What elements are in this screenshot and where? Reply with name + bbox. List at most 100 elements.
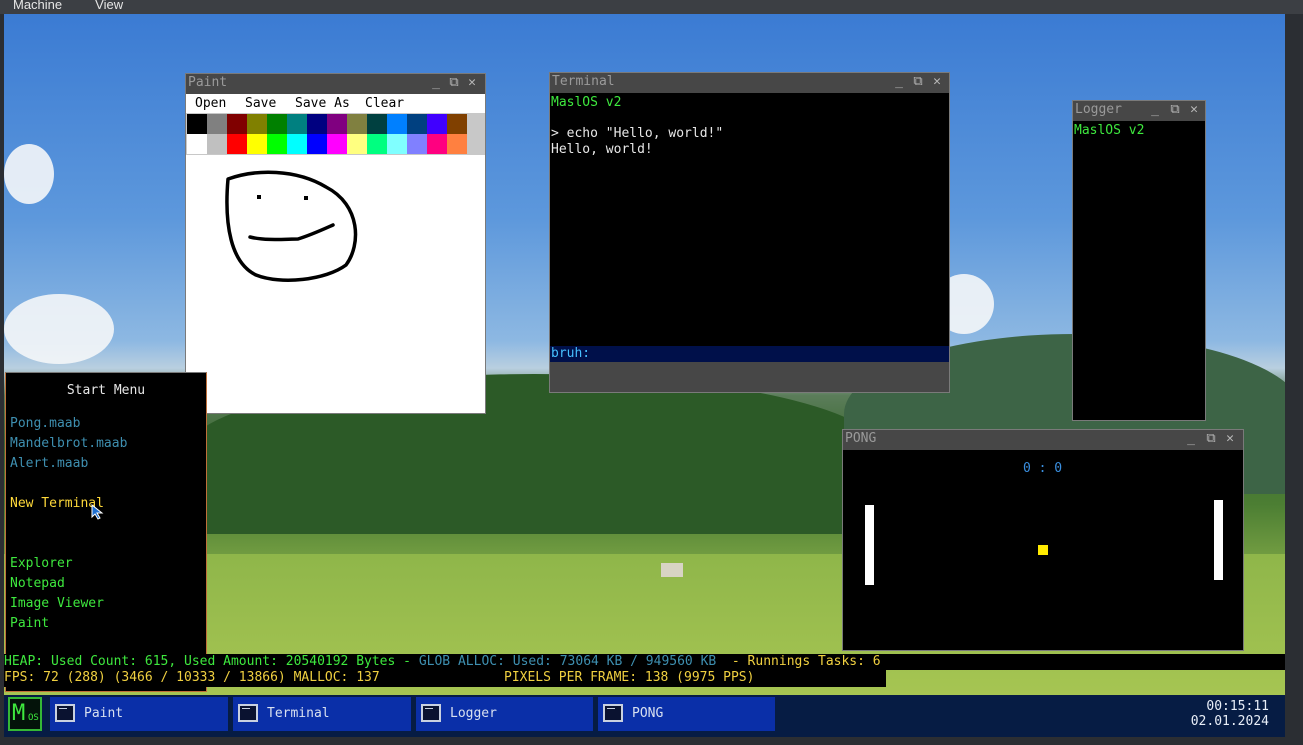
host-bottom-edge: [0, 737, 1303, 745]
paint-title: Paint: [188, 75, 228, 90]
host-menu-machine[interactable]: Machine: [13, 0, 62, 12]
palette-swatch[interactable]: [227, 114, 247, 134]
pong-window[interactable]: PONG _ ⧉ ✕ 0 : 0: [842, 429, 1244, 651]
maximize-icon[interactable]: ⧉: [1204, 431, 1218, 447]
start-item-notepad[interactable]: Notepad: [10, 576, 65, 592]
start-item-explorer[interactable]: Explorer: [10, 556, 73, 572]
heap-status: HEAP: Used Count: 615, Used Amount: 2054…: [4, 654, 419, 669]
start-item-new-terminal[interactable]: New Terminal: [10, 496, 104, 512]
start-item-pong[interactable]: Pong.maab: [10, 416, 80, 432]
paint-window[interactable]: Paint _ ⧉ ✕ Open Save Save As Clear: [185, 73, 486, 414]
close-icon[interactable]: ✕: [465, 75, 479, 91]
logger-titlebar[interactable]: Logger _ ⧉ ✕: [1073, 101, 1205, 121]
host-menu-view[interactable]: View: [95, 0, 123, 12]
palette-swatch[interactable]: [307, 134, 327, 154]
start-item-paint[interactable]: Paint: [10, 616, 49, 632]
taskbar-clock: 00:15:11 02.01.2024: [1191, 699, 1269, 729]
palette-swatch[interactable]: [347, 134, 367, 154]
terminal-output-line: Hello, world!: [551, 142, 653, 157]
paint-save-as-button[interactable]: Save As: [295, 94, 350, 113]
taskbar-item-terminal[interactable]: Terminal: [233, 697, 411, 731]
start-item-alert[interactable]: Alert.maab: [10, 456, 88, 472]
mos-logo-os: OS: [28, 713, 39, 723]
palette-swatch[interactable]: [287, 134, 307, 154]
terminal-prompt: bruh:: [551, 346, 591, 361]
palette-swatch[interactable]: [387, 114, 407, 134]
window-icon: [55, 704, 75, 722]
logger-output-line: MaslOS v2: [1074, 123, 1145, 138]
palette-swatch[interactable]: [387, 134, 407, 154]
palette-swatch[interactable]: [407, 134, 427, 154]
terminal-titlebar[interactable]: Terminal _ ⧉ ✕: [550, 73, 949, 93]
palette-swatch[interactable]: [447, 134, 467, 154]
paint-canvas[interactable]: [186, 155, 485, 413]
palette-swatch[interactable]: [427, 114, 447, 134]
logger-title: Logger: [1075, 102, 1122, 117]
maximize-icon[interactable]: ⧉: [1168, 102, 1182, 118]
wallpaper-cloud: [4, 144, 54, 204]
glob-alloc-status: GLOB ALLOC: Used: 73064 KB / 949560 KB: [418, 654, 725, 669]
taskbar-item-logger[interactable]: Logger: [416, 697, 593, 731]
paint-color-palette: [186, 113, 485, 155]
palette-swatch[interactable]: [327, 114, 347, 134]
palette-swatch[interactable]: [327, 134, 347, 154]
taskbar-item-label: Terminal: [267, 706, 330, 721]
paint-open-button[interactable]: Open: [195, 94, 226, 113]
window-icon: [238, 704, 258, 722]
terminal-input-bar[interactable]: bruh:: [550, 346, 949, 362]
palette-swatch[interactable]: [367, 114, 387, 134]
debug-status-line: HEAP: Used Count: 615, Used Amount: 2054…: [4, 654, 1285, 670]
taskbar-item-paint[interactable]: Paint: [50, 697, 228, 731]
paint-menu-bar: Open Save Save As Clear: [186, 94, 410, 113]
minimize-icon[interactable]: _: [1184, 431, 1198, 447]
palette-swatch[interactable]: [247, 114, 267, 134]
palette-swatch[interactable]: [407, 114, 427, 134]
paint-save-button[interactable]: Save: [245, 94, 276, 113]
taskbar: M OS Paint Terminal Logger PONG 00:15:11…: [4, 695, 1285, 737]
pong-left-paddle: [865, 505, 874, 585]
taskbar-item-pong[interactable]: PONG: [598, 697, 775, 731]
palette-swatch[interactable]: [367, 134, 387, 154]
palette-swatch[interactable]: [307, 114, 327, 134]
close-icon[interactable]: ✕: [1187, 102, 1201, 118]
mos-logo-icon: M: [12, 701, 26, 726]
paint-clear-button[interactable]: Clear: [365, 94, 404, 113]
minimize-icon[interactable]: _: [1148, 102, 1162, 118]
maximize-icon[interactable]: ⧉: [447, 75, 461, 91]
palette-swatch[interactable]: [287, 114, 307, 134]
fps-status-line: FPS: 72 (288) (3466 / 10333 / 13866) MAL…: [4, 670, 886, 687]
palette-swatch[interactable]: [227, 134, 247, 154]
palette-swatch[interactable]: [267, 134, 287, 154]
palette-swatch[interactable]: [427, 134, 447, 154]
start-button[interactable]: M OS: [8, 697, 42, 731]
start-item-mandelbrot[interactable]: Mandelbrot.maab: [10, 436, 127, 452]
palette-swatch[interactable]: [187, 134, 207, 154]
maximize-icon[interactable]: ⧉: [911, 74, 925, 90]
paint-titlebar[interactable]: Paint _ ⧉ ✕: [186, 74, 485, 94]
palette-swatch[interactable]: [447, 114, 467, 134]
pong-titlebar[interactable]: PONG _ ⧉ ✕: [843, 430, 1243, 450]
window-icon: [421, 704, 441, 722]
terminal-window[interactable]: Terminal _ ⧉ ✕ MaslOS v2 > echo "Hello, …: [549, 72, 950, 393]
wallpaper-cloud: [4, 294, 114, 364]
taskbar-item-label: PONG: [632, 706, 664, 721]
logger-window[interactable]: Logger _ ⧉ ✕ MaslOS v2: [1072, 100, 1206, 421]
clock-time: 00:15:11: [1206, 699, 1269, 714]
pong-right-paddle: [1214, 500, 1223, 580]
minimize-icon[interactable]: _: [892, 74, 906, 90]
close-icon[interactable]: ✕: [1223, 431, 1237, 447]
mouse-cursor-icon: [91, 504, 104, 520]
palette-swatch[interactable]: [207, 134, 227, 154]
palette-swatch[interactable]: [347, 114, 367, 134]
palette-swatch[interactable]: [207, 114, 227, 134]
palette-swatch[interactable]: [267, 114, 287, 134]
palette-swatch[interactable]: [247, 134, 267, 154]
minimize-icon[interactable]: _: [429, 75, 443, 91]
palette-swatch[interactable]: [187, 114, 207, 134]
start-menu[interactable]: Start Menu Pong.maab Mandelbrot.maab Ale…: [5, 372, 207, 692]
host-right-edge: [1285, 14, 1303, 745]
start-menu-title: Start Menu: [66, 383, 146, 398]
tasks-status: - Runnings Tasks: 6: [724, 654, 881, 669]
start-item-image-viewer[interactable]: Image Viewer: [10, 596, 104, 612]
close-icon[interactable]: ✕: [930, 74, 944, 90]
